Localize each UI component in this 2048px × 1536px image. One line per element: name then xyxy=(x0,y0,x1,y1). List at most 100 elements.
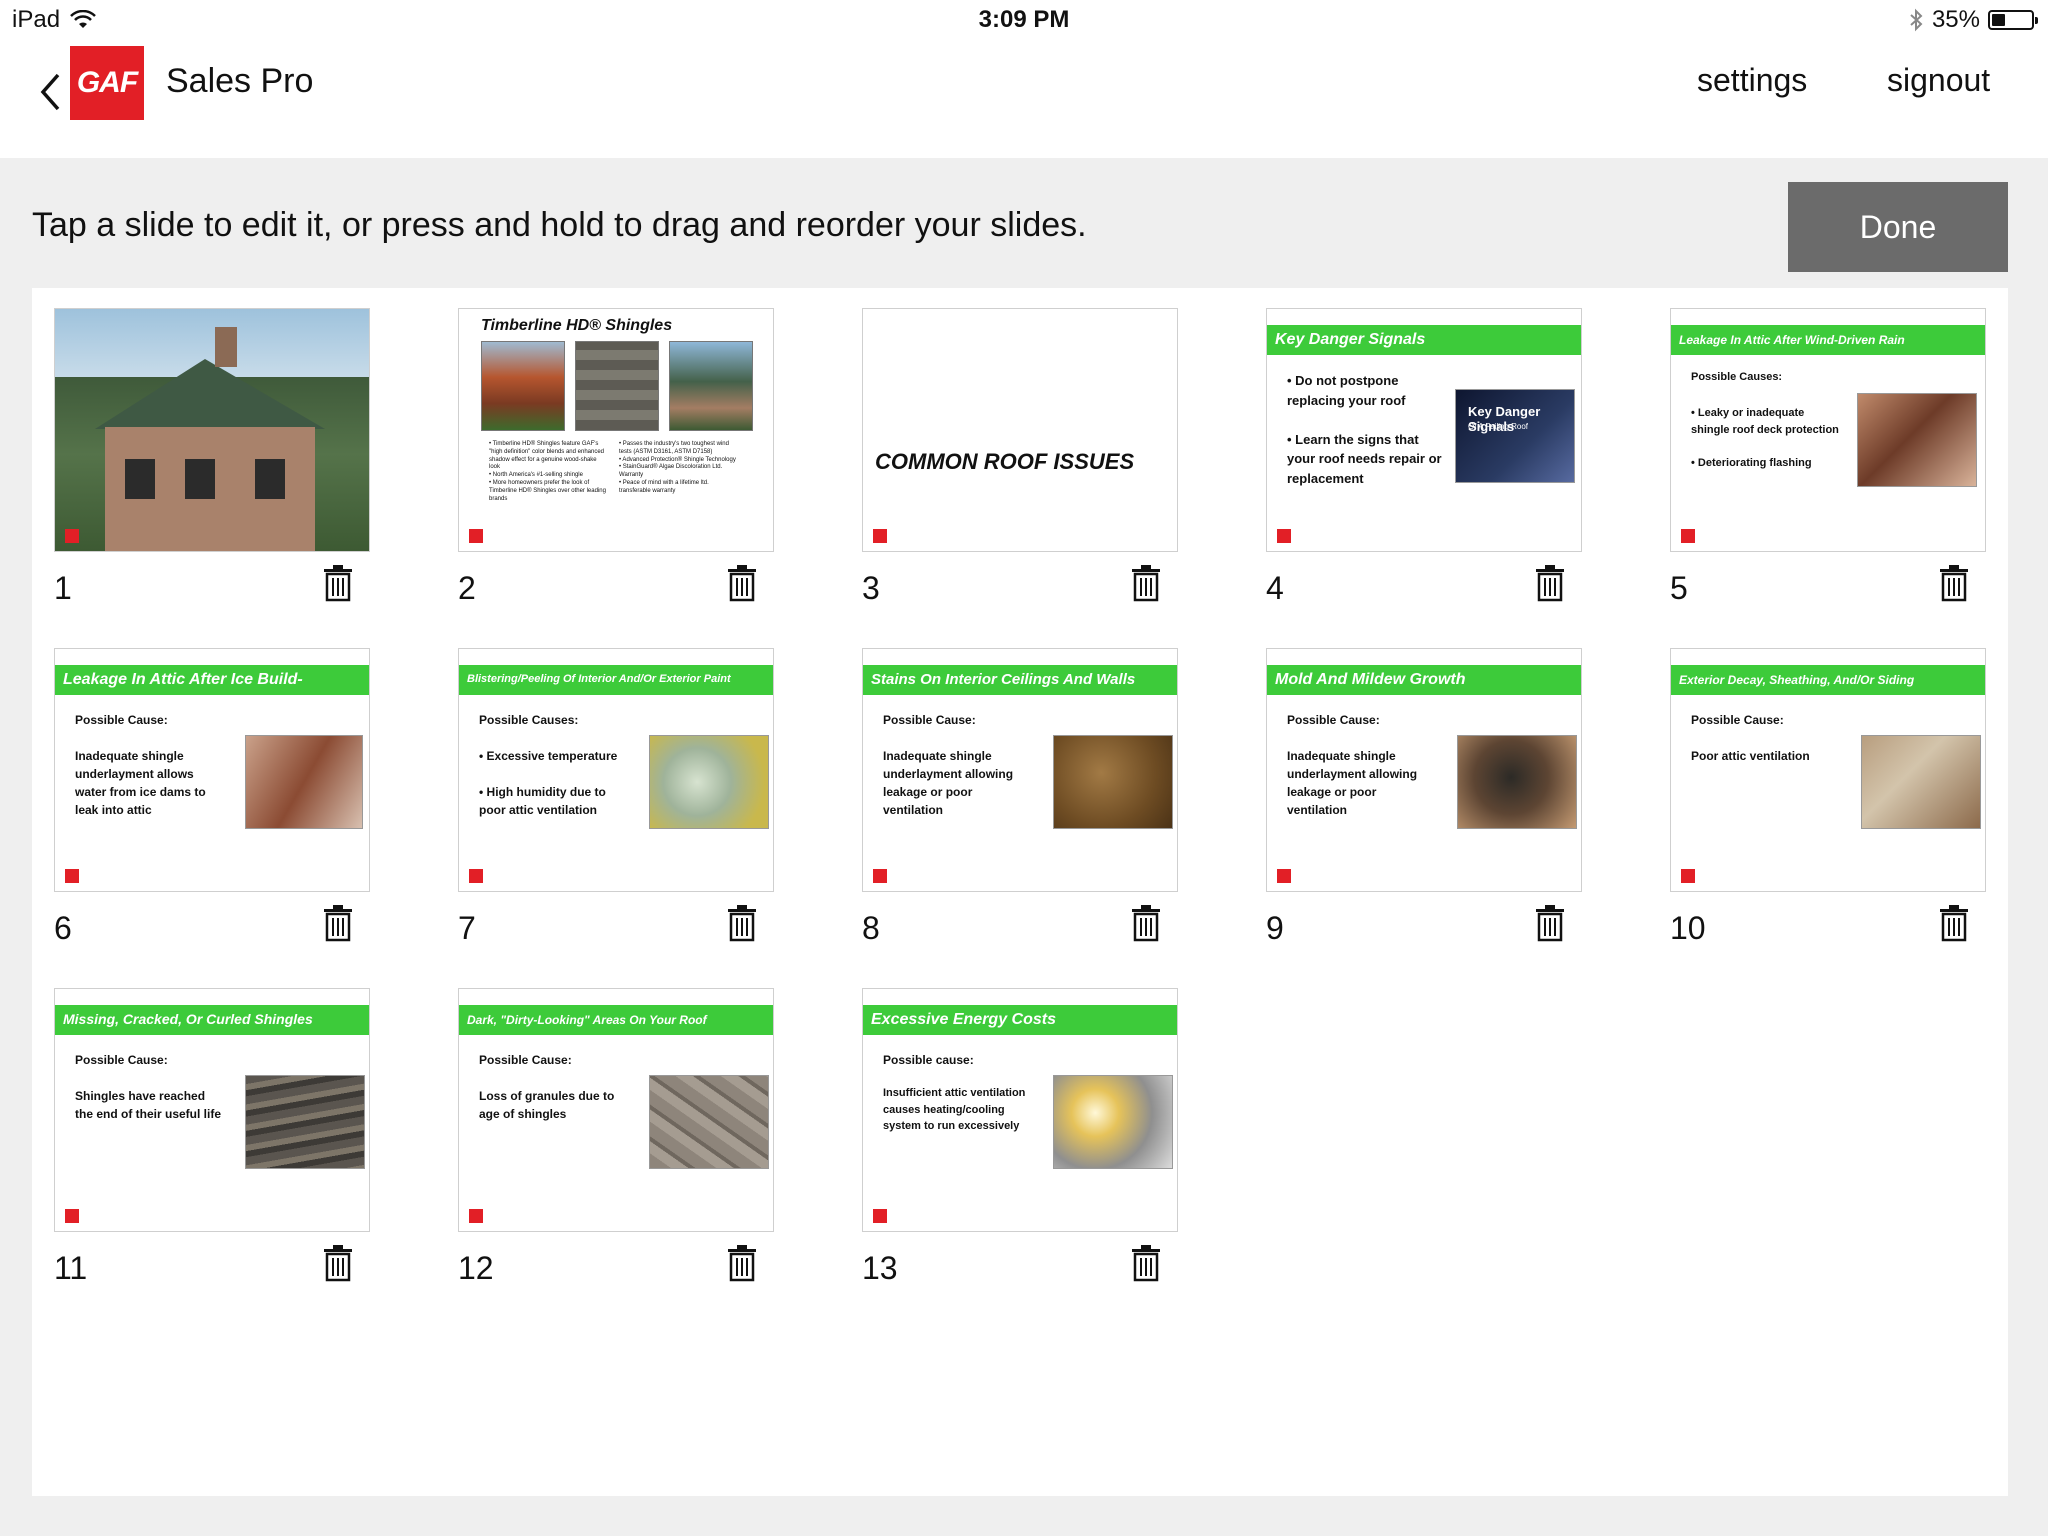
slide-subtitle: Possible Cause: xyxy=(479,1053,572,1067)
gaf-logo: GAF xyxy=(70,46,144,120)
slide-title: Leakage In Attic After Wind-Driven Rain xyxy=(1671,325,1985,355)
slide-body: • Excessive temperature • High humidity … xyxy=(479,749,618,817)
slide-item: 1 xyxy=(54,308,372,638)
gaf-mini-logo xyxy=(873,869,887,883)
gaf-mini-logo xyxy=(1277,869,1291,883)
slide-image xyxy=(245,1075,365,1169)
slide-thumbnail[interactable] xyxy=(54,308,370,552)
trash-icon[interactable] xyxy=(1130,904,1162,942)
gaf-mini-logo xyxy=(469,869,483,883)
slide-item: Leakage In Attic After Wind-Driven Rain … xyxy=(1670,308,1988,638)
trash-icon[interactable] xyxy=(322,1244,354,1282)
slide-item: Dark, "Dirty-Looking" Areas On Your Roof… xyxy=(458,988,776,1318)
slide-image xyxy=(575,341,659,431)
slide-subtitle: Possible Cause: xyxy=(1287,713,1380,727)
slide-number: 4 xyxy=(1266,570,1284,606)
slide-image xyxy=(1457,735,1577,829)
slide-thumbnail[interactable]: Missing, Cracked, Or Curled Shingles Pos… xyxy=(54,988,370,1232)
slide-subtitle: Possible Cause: xyxy=(75,713,168,727)
slide-subtitle: Possible Cause: xyxy=(75,1053,168,1067)
slide-body: • Timberline HD® Shingles feature GAF's … xyxy=(489,441,606,502)
trash-icon[interactable] xyxy=(1534,564,1566,602)
slide-thumbnail[interactable]: Leakage In Attic After Ice Build- Possib… xyxy=(54,648,370,892)
slide-thumbnail[interactable]: Dark, "Dirty-Looking" Areas On Your Roof… xyxy=(458,988,774,1232)
gaf-mini-logo xyxy=(1681,529,1695,543)
slide-image xyxy=(1861,735,1981,829)
slide-thumbnail[interactable]: Key Danger Signals • Do not postpone rep… xyxy=(1266,308,1582,552)
slide-title: Key Danger Signals xyxy=(1267,325,1581,355)
slide-thumbnail[interactable]: COMMON ROOF ISSUES xyxy=(862,308,1178,552)
bluetooth-icon xyxy=(1910,8,1923,32)
slide-body: • Leaky or inadequate shingle roof deck … xyxy=(1691,407,1839,469)
slide-item: Leakage In Attic After Ice Build- Possib… xyxy=(54,648,372,978)
slide-image xyxy=(1053,1075,1173,1169)
slide-item: Excessive Energy Costs Possible cause: I… xyxy=(862,988,1180,1318)
slide-body: Inadequate shingle underlayment allows w… xyxy=(75,749,206,817)
slide-number: 12 xyxy=(458,1250,494,1286)
slide-item: Mold And Mildew Growth Possible Cause: I… xyxy=(1266,648,1584,978)
slide-item: Stains On Interior Ceilings And Walls Po… xyxy=(862,648,1180,978)
slide-item: COMMON ROOF ISSUES 3 xyxy=(862,308,1180,638)
trash-icon[interactable] xyxy=(1130,1244,1162,1282)
slide-thumbnail[interactable]: Blistering/Peeling Of Interior And/Or Ex… xyxy=(458,648,774,892)
slide-item: Key Danger Signals • Do not postpone rep… xyxy=(1266,308,1584,638)
slide-subtitle: Possible cause: xyxy=(883,1053,974,1067)
status-right: 35% xyxy=(1908,6,2038,34)
trash-icon[interactable] xyxy=(1130,564,1162,602)
battery-fill xyxy=(1992,14,2005,26)
slide-thumbnail[interactable]: Leakage In Attic After Wind-Driven Rain … xyxy=(1670,308,1986,552)
trash-icon[interactable] xyxy=(726,904,758,942)
slide-body: Poor attic ventilation xyxy=(1691,749,1810,763)
slide-image xyxy=(245,735,363,829)
slide-thumbnail[interactable]: Exterior Decay, Sheathing, And/Or Siding… xyxy=(1670,648,1986,892)
slide-subtitle: Possible Cause: xyxy=(883,713,976,727)
slide-body: Insufficient attic ventilation causes he… xyxy=(883,1087,1026,1132)
slide-image xyxy=(1053,735,1173,829)
slide-title: Dark, "Dirty-Looking" Areas On Your Roof xyxy=(459,1005,773,1035)
slide-image xyxy=(481,341,565,431)
gaf-mini-logo xyxy=(65,1209,79,1223)
trash-icon[interactable] xyxy=(726,564,758,602)
battery-percent: 35% xyxy=(1931,6,1980,33)
gaf-mini-logo xyxy=(873,1209,887,1223)
slide-thumbnail[interactable]: Mold And Mildew Growth Possible Cause: I… xyxy=(1266,648,1582,892)
trash-icon[interactable] xyxy=(1534,904,1566,942)
trash-icon[interactable] xyxy=(322,564,354,602)
slide-body: Shingles have reached the end of their u… xyxy=(75,1089,222,1121)
slide-title: Leakage In Attic After Ice Build- xyxy=(55,665,369,695)
slide-body: Loss of granules due to age of shingles xyxy=(479,1089,615,1121)
battery-icon xyxy=(1988,10,2038,30)
slide-number: 9 xyxy=(1266,910,1284,946)
done-button[interactable]: Done xyxy=(1788,182,2008,272)
slide-number: 2 xyxy=(458,570,476,606)
slide-number: 7 xyxy=(458,910,476,946)
slide-number: 8 xyxy=(862,910,880,946)
slide-image xyxy=(649,1075,769,1169)
trash-icon[interactable] xyxy=(726,1244,758,1282)
slide-number: 13 xyxy=(862,1250,898,1286)
slide-title: Exterior Decay, Sheathing, And/Or Siding xyxy=(1671,665,1985,695)
house-illustration xyxy=(95,327,325,551)
slide-thumbnail[interactable]: Timberline HD® Shingles • Timberline HD®… xyxy=(458,308,774,552)
slide-title: Excessive Energy Costs xyxy=(863,1005,1177,1035)
app-title: Sales Pro xyxy=(166,62,314,100)
status-bar: iPad 3:09 PM 35% xyxy=(0,0,2048,40)
trash-icon[interactable] xyxy=(1938,904,1970,942)
slide-image xyxy=(649,735,769,829)
back-button[interactable] xyxy=(30,62,70,122)
gaf-mini-logo xyxy=(1277,529,1291,543)
slide-number: 10 xyxy=(1670,910,1706,946)
slide-body: Inadequate shingle underlayment allowing… xyxy=(1287,749,1418,817)
slide-thumbnail[interactable]: Excessive Energy Costs Possible cause: I… xyxy=(862,988,1178,1232)
slide-body: • Do not postpone replacing your roof • … xyxy=(1287,373,1442,486)
slide-image xyxy=(1857,393,1977,487)
slide-title: Missing, Cracked, Or Curled Shingles xyxy=(55,1005,369,1035)
slide-item: Blistering/Peeling Of Interior And/Or Ex… xyxy=(458,648,776,978)
settings-link[interactable]: settings xyxy=(1697,62,1807,99)
signout-link[interactable]: signout xyxy=(1887,62,1990,99)
trash-icon[interactable] xyxy=(1938,564,1970,602)
slide-thumbnail[interactable]: Stains On Interior Ceilings And Walls Po… xyxy=(862,648,1178,892)
slide-body: Inadequate shingle underlayment allowing… xyxy=(883,749,1014,817)
slide-title: Stains On Interior Ceilings And Walls xyxy=(863,665,1177,695)
trash-icon[interactable] xyxy=(322,904,354,942)
